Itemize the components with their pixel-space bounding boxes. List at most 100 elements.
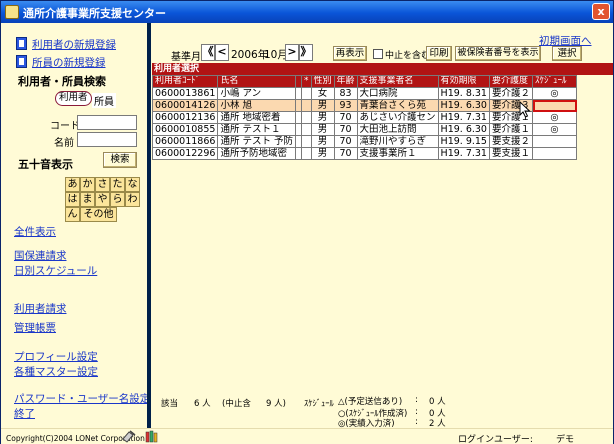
- cell-care-level: 要支援１: [488, 147, 534, 160]
- print-button[interactable]: 印刷: [426, 46, 452, 61]
- link-show-all[interactable]: 全件表示: [14, 224, 56, 239]
- cell-mark: [301, 123, 312, 136]
- link-profile-settings[interactable]: プロフィール設定: [14, 349, 98, 364]
- register-user-icon: [16, 37, 27, 50]
- cell-gender: 女: [310, 87, 335, 100]
- phone-icon: [122, 430, 136, 443]
- table-row[interactable]: 0600010855 通所 テスト１ 男 70 大田池上訪問 H19. 6.30…: [151, 123, 577, 136]
- code-input[interactable]: [77, 115, 137, 130]
- link-reports[interactable]: 管理帳票: [14, 320, 56, 335]
- link-register-staff[interactable]: 所員の新規登録: [32, 55, 106, 70]
- col-schedule[interactable]: ｽｹｼﾞｭｰﾙ: [532, 75, 577, 88]
- cell-provider: 支援事業所１: [356, 147, 439, 160]
- cell-schedule[interactable]: [532, 147, 577, 160]
- link-master-settings[interactable]: 各種マスター設定: [14, 364, 98, 379]
- link-register-user[interactable]: 利用者の新規登録: [32, 37, 116, 52]
- include-stopped-label: 中止を含む: [385, 51, 431, 61]
- kana-other[interactable]: その他: [80, 207, 117, 222]
- link-user-billing[interactable]: 利用者請求: [14, 301, 67, 316]
- code-label: コード: [50, 121, 80, 132]
- cell-schedule-active[interactable]: [532, 99, 577, 112]
- kana-wa[interactable]: わ: [125, 192, 140, 207]
- legend-planned-colon: :: [415, 395, 418, 405]
- title-bar: 通所介護事業所支援センター x: [1, 1, 613, 23]
- col-care-level[interactable]: 要介護度: [488, 75, 534, 88]
- login-user-name: デモ: [556, 435, 575, 444]
- kana-ka[interactable]: か: [80, 177, 95, 192]
- cell-mark: [301, 147, 312, 160]
- include-stopped-checkbox[interactable]: [373, 49, 383, 59]
- legend-planned-value: 0 人: [429, 397, 446, 407]
- cell-age: 70: [333, 147, 358, 160]
- col-name[interactable]: 氏名: [217, 75, 296, 88]
- link-daily-schedule[interactable]: 日別スケジュール: [14, 263, 97, 278]
- kana-ma[interactable]: ま: [80, 192, 95, 207]
- col-expiry[interactable]: 有効期限: [437, 75, 490, 88]
- cell-user-code: 0600012136: [151, 111, 219, 124]
- cell-provider: 滝野川やすらぎ: [356, 135, 439, 148]
- table-row[interactable]: 0600013861 小嶋 アン 女 83 大口病院 H19. 8.31 要介護…: [151, 87, 577, 100]
- year-display: 2006年: [231, 49, 269, 61]
- stopped-value: 9 人): [266, 399, 286, 409]
- cell-expiry: H19. 9.15: [437, 135, 490, 148]
- nav-last-button[interactable]: 》: [299, 44, 313, 61]
- table-row[interactable]: 0600011866 通所 テスト 予防 男 70 滝野川やすらぎ H19. 9…: [151, 135, 577, 148]
- name-label: 名前: [54, 138, 74, 149]
- table-header-row: 利用者ｺｰﾄﾞ 氏名 * 性別 年齢 支援事業者名 有効期限 要介護度 ｽｹｼﾞ…: [151, 75, 577, 88]
- cell-name: 小林 旭: [217, 99, 296, 112]
- cell-expiry: H19. 7.31: [437, 147, 490, 160]
- table-row-selected[interactable]: 0600014126 小林 旭 男 93 青葉台さくら苑 H19. 6.30 要…: [151, 99, 577, 112]
- link-password-settings[interactable]: パスワード・ユーザー名設定: [14, 391, 150, 406]
- col-gender[interactable]: 性別: [310, 75, 335, 88]
- count-label: 該当: [161, 399, 179, 409]
- link-kokuho-billing[interactable]: 国保連請求: [14, 248, 67, 263]
- cell-gender: 男: [310, 111, 335, 124]
- kana-na[interactable]: な: [125, 177, 140, 192]
- nav-prev-button[interactable]: <: [215, 44, 229, 61]
- cell-mark: [301, 135, 312, 148]
- cell-care-level: 要介護２: [488, 87, 534, 100]
- cell-user-code: 0600011866: [151, 135, 219, 148]
- base-month-label: 基準月: [171, 52, 201, 63]
- cell-age: 70: [333, 123, 358, 136]
- table-row[interactable]: 0600012296 通所予防地域密 男 70 支援事業所１ H19. 7.31…: [151, 147, 577, 160]
- cell-name: 通所 地域密着: [217, 111, 296, 124]
- kana-sa[interactable]: さ: [95, 177, 110, 192]
- radio-staff[interactable]: 所員: [92, 93, 116, 108]
- radio-user[interactable]: 利用者: [55, 91, 92, 106]
- sidebar: 利用者の新規登録 所員の新規登録 利用者・所員検索 利用者 所員 コード 名前 …: [2, 23, 150, 428]
- cell-gender: 男: [310, 99, 335, 112]
- col-user-code[interactable]: 利用者ｺｰﾄﾞ: [151, 75, 219, 88]
- kana-ha[interactable]: は: [65, 192, 80, 207]
- search-heading: 利用者・所員検索: [18, 75, 106, 88]
- kana-ra[interactable]: ら: [110, 192, 125, 207]
- show-insurance-number-button[interactable]: 被保険者番号を表示: [455, 46, 541, 61]
- count-value: 6 人: [194, 399, 211, 409]
- col-provider[interactable]: 支援事業者名: [356, 75, 439, 88]
- redisplay-button[interactable]: 再表示: [333, 46, 367, 61]
- col-mark: *: [301, 75, 312, 88]
- cell-schedule[interactable]: ◎: [532, 87, 577, 100]
- nav-first-button[interactable]: 《: [201, 44, 215, 61]
- nav-next-button[interactable]: >: [285, 44, 299, 61]
- table-band: 利用者選択: [152, 63, 613, 75]
- cell-age: 93: [333, 99, 358, 112]
- col-age[interactable]: 年齢: [333, 75, 358, 88]
- kana-ya[interactable]: や: [95, 192, 110, 207]
- cell-schedule[interactable]: ◎: [532, 123, 577, 136]
- cell-care-level: 要介護１: [488, 123, 534, 136]
- cell-schedule[interactable]: ◎: [532, 111, 577, 124]
- search-button[interactable]: 検索: [103, 152, 137, 168]
- link-exit[interactable]: 終了: [14, 406, 35, 421]
- cell-provider: 大口病院: [356, 87, 439, 100]
- close-button[interactable]: x: [592, 3, 610, 20]
- kana-n[interactable]: ん: [65, 207, 80, 222]
- name-input[interactable]: [77, 132, 137, 147]
- kana-a[interactable]: あ: [65, 177, 80, 192]
- cell-schedule[interactable]: [532, 135, 577, 148]
- kana-ta[interactable]: た: [110, 177, 125, 192]
- select-button[interactable]: 選択: [552, 46, 582, 61]
- table-row[interactable]: 0600012136 通所 地域密着 男 70 あじさい介護セン H19. 7.…: [151, 111, 577, 124]
- cell-name: 通所 テスト 予防: [217, 135, 296, 148]
- window-title: 通所介護事業所支援センター: [23, 7, 166, 20]
